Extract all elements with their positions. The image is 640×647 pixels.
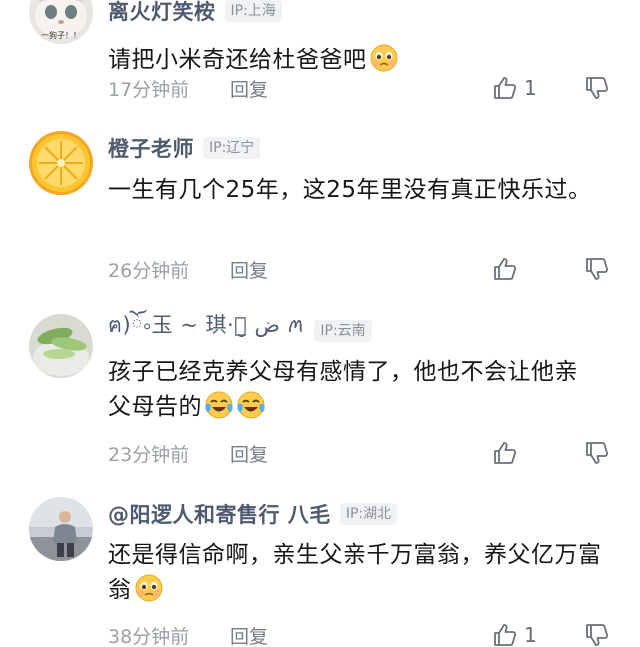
thumbs-up-icon [492, 622, 518, 647]
comment-actions: 1 [492, 622, 610, 647]
comment-text-block: 还是得信命啊，亲生父亲千万富翁，养父亿万富翁 [108, 538, 608, 608]
comment-text: 请把小米奇还给杜爸爸吧 [108, 47, 367, 73]
username[interactable]: ฅ)ོ༚玉 ~ 琪·ꪑ̮ ض ꪔ [108, 302, 305, 361]
thumbs-down-icon [584, 75, 610, 101]
ip-location-badge: IP:云南 [314, 320, 372, 342]
comment-text: 一生有几个25年，这25年里没有真正快乐过。 [108, 177, 592, 203]
thumbs-down-icon [584, 622, 610, 647]
comment-footer: 38分钟前 回复 1 [108, 618, 610, 647]
comment-header: 离火灯笑桉 IP:上海 [108, 0, 282, 26]
comment-header: 橙子老师 IP:辽宁 [108, 133, 261, 163]
ip-location-badge: IP:湖北 [339, 503, 398, 525]
thumbs-up-icon [492, 440, 518, 466]
comment-footer: 23分钟前 回复 [108, 436, 610, 470]
like-button[interactable] [492, 440, 546, 466]
crying-laughing-emoji-icon [236, 390, 266, 420]
avatar[interactable]: 一狗子！！ [29, 0, 93, 44]
comment-text: 孩子已经克养父母有感情了，他也不会让他亲父母告的 [108, 359, 578, 420]
comment-footer: 17分钟前 回复 1 [108, 71, 610, 105]
username[interactable]: 橙子老师 [108, 133, 194, 163]
dislike-button[interactable] [584, 75, 610, 101]
comment-text: 还是得信命啊，亲生父亲千万富翁，养父亿万富翁 [108, 542, 602, 603]
comment-time: 17分钟前 [108, 78, 190, 101]
thumbs-up-icon [492, 75, 518, 101]
comment-footer: 26分钟前 回复 [108, 252, 610, 286]
comment-time: 38分钟前 [108, 625, 190, 647]
thumbs-up-icon [492, 256, 518, 282]
svg-text:一狗子！！: 一狗子！！ [41, 30, 81, 40]
ip-location-badge: IP:上海 [224, 0, 282, 22]
dislike-button[interactable] [584, 440, 610, 466]
thumbs-down-icon [584, 440, 610, 466]
comment-actions [492, 440, 610, 466]
thumbs-down-icon [584, 256, 610, 282]
like-count: 1 [524, 76, 537, 100]
comment-text-block: 孩子已经克养父母有感情了，他也不会让他亲父母告的 [108, 355, 598, 425]
comment-time: 23分钟前 [108, 443, 190, 466]
username[interactable]: 离火灯笑桉 [108, 0, 216, 26]
username[interactable]: @阳逻人和寄售行 八毛 [108, 499, 331, 529]
comment-text-block: 一生有几个25年，这25年里没有真正快乐过。 [108, 173, 613, 208]
reply-button[interactable]: 回复 [230, 622, 268, 647]
dislike-button[interactable] [584, 622, 610, 647]
reply-button[interactable]: 回复 [230, 440, 268, 467]
like-count: 1 [524, 623, 537, 647]
like-button[interactable]: 1 [492, 622, 546, 647]
comment-header: ฅ)ོ༚玉 ~ 琪·ꪑ̮ ض ꪔ IP:云南 [108, 313, 372, 346]
comment-actions: 1 [492, 75, 610, 101]
comment-time: 26分钟前 [108, 259, 190, 282]
avatar[interactable] [29, 314, 93, 378]
reply-button[interactable]: 回复 [230, 256, 268, 283]
avatar[interactable] [29, 131, 93, 195]
avatar[interactable] [29, 497, 93, 561]
like-button[interactable] [492, 256, 546, 282]
crying-laughing-emoji-icon [204, 390, 234, 420]
pleading-face-emoji-icon [134, 573, 164, 603]
reply-button[interactable]: 回复 [230, 75, 268, 102]
pleading-face-emoji-icon [369, 43, 399, 73]
like-button[interactable]: 1 [492, 75, 546, 101]
ip-location-badge: IP:辽宁 [203, 137, 261, 159]
comment-header: @阳逻人和寄售行 八毛 IP:湖北 [108, 499, 398, 529]
dislike-button[interactable] [584, 256, 610, 282]
comment-actions [492, 256, 610, 282]
